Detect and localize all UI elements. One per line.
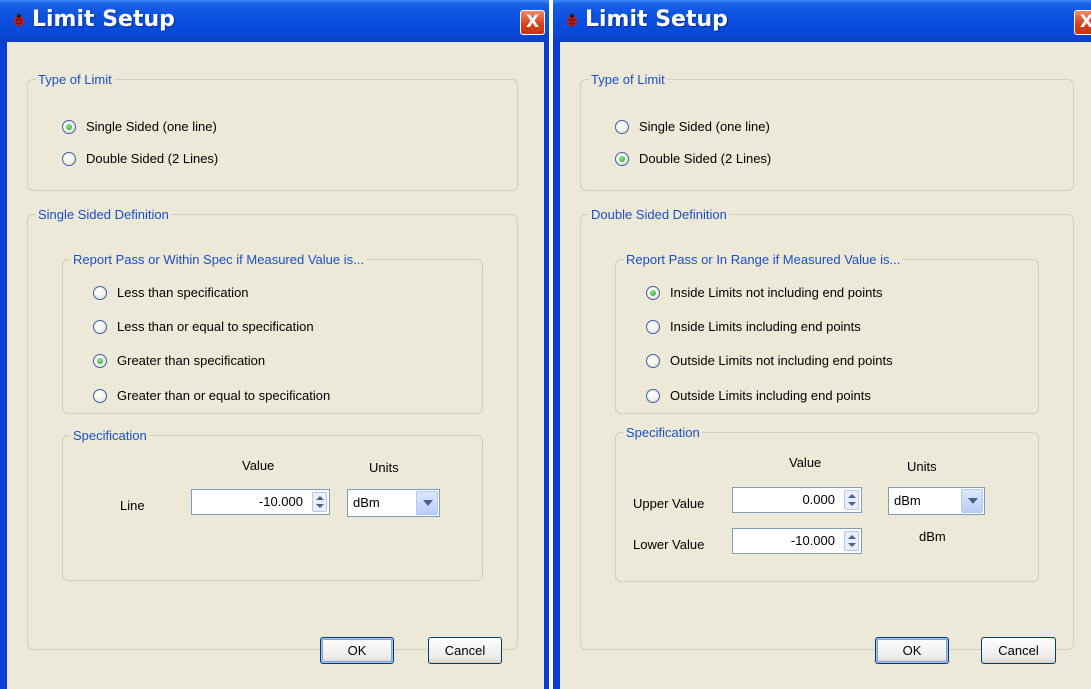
lower-value-label: Lower Value xyxy=(633,537,705,552)
units-value: dBm xyxy=(353,495,380,510)
radio-circle xyxy=(646,286,660,300)
radio-label: Outside Limits including end points xyxy=(670,388,871,403)
type-of-limit-legend: Type of Limit xyxy=(589,72,667,87)
line-label: Line xyxy=(120,498,145,513)
spin-down-icon[interactable] xyxy=(316,504,324,508)
units-dropdown[interactable]: dBm xyxy=(888,487,985,515)
radio-label: Less than or equal to specification xyxy=(117,319,314,334)
window-title: Limit Setup xyxy=(32,7,175,32)
spin-down-icon[interactable] xyxy=(848,543,856,547)
radio-selected-dot xyxy=(66,124,72,130)
type-of-limit-group: Type of Limit Single Sided (one line) Do… xyxy=(27,72,518,191)
ladybug-icon xyxy=(14,13,24,27)
radio-label: Inside Limits including end points xyxy=(670,319,861,334)
units-header: Units xyxy=(907,459,937,474)
spin-buttons[interactable] xyxy=(312,492,327,512)
definition-legend: Double Sided Definition xyxy=(589,207,729,222)
type-of-limit-legend: Type of Limit xyxy=(36,72,114,87)
specification-group: Specification Value Units Line -10.000 d… xyxy=(62,428,483,581)
report-group: Report Pass or In Range if Measured Valu… xyxy=(615,252,1039,414)
spin-down-icon[interactable] xyxy=(848,502,856,506)
specification-group: Specification Value Units Upper Value 0.… xyxy=(615,425,1039,582)
definition-group: Single Sided Definition Report Pass or W… xyxy=(27,207,518,650)
radio-circle xyxy=(93,320,107,334)
chevron-down-icon[interactable] xyxy=(416,491,438,515)
units-value: dBm xyxy=(894,493,921,508)
value-header: Value xyxy=(242,458,275,473)
close-button[interactable]: X xyxy=(520,10,545,35)
radio-label: Single Sided (one line) xyxy=(86,119,217,134)
window-title: Limit Setup xyxy=(585,7,728,32)
radio-selected-dot xyxy=(650,290,656,296)
radio-label: Double Sided (2 Lines) xyxy=(86,151,219,166)
cancel-button[interactable]: Cancel xyxy=(981,637,1056,664)
radio-label: Less than specification xyxy=(117,285,249,300)
radio-circle xyxy=(646,320,660,334)
report-legend: Report Pass or In Range if Measured Valu… xyxy=(624,252,903,267)
upper-value: 0.000 xyxy=(802,492,835,507)
spin-up-icon[interactable] xyxy=(848,535,856,539)
value-header: Value xyxy=(789,455,822,470)
type-of-limit-group: Type of Limit Single Sided (one line) Do… xyxy=(580,72,1074,191)
ok-button[interactable]: OK xyxy=(320,637,394,664)
units-header: Units xyxy=(369,460,399,475)
spin-buttons[interactable] xyxy=(844,531,859,551)
radio-circle xyxy=(93,389,107,403)
report-group: Report Pass or Within Spec if Measured V… xyxy=(62,252,483,414)
report-legend: Report Pass or Within Spec if Measured V… xyxy=(71,252,366,267)
close-button[interactable]: X xyxy=(1074,10,1091,35)
radio-label: Outside Limits not including end points xyxy=(670,353,893,368)
radio-circle xyxy=(615,120,629,134)
specification-legend: Specification xyxy=(624,425,702,440)
lower-value-spinner[interactable]: -10.000 xyxy=(732,528,862,554)
limit-setup-dialog-double: Limit Setup X Type of Limit Single Sided… xyxy=(553,0,1091,689)
title-bar[interactable]: Limit Setup X xyxy=(0,0,549,42)
radio-circle xyxy=(646,389,660,403)
definition-legend: Single Sided Definition xyxy=(36,207,171,222)
radio-circle xyxy=(93,354,107,368)
ok-button[interactable]: OK xyxy=(875,637,949,664)
radio-label: Double Sided (2 Lines) xyxy=(639,151,772,166)
cancel-button[interactable]: Cancel xyxy=(428,637,502,664)
limit-setup-dialog-single: Limit Setup X Type of Limit Single Sided… xyxy=(0,0,549,689)
chevron-down-icon[interactable] xyxy=(961,489,983,513)
radio-circle xyxy=(646,354,660,368)
line-value: -10.000 xyxy=(258,494,303,509)
title-bar[interactable]: Limit Setup X xyxy=(553,0,1091,42)
radio-label: Single Sided (one line) xyxy=(639,119,770,134)
radio-label: Greater than or equal to specification xyxy=(117,388,331,403)
radio-circle xyxy=(615,152,629,166)
dialog-body: Type of Limit Single Sided (one line) Do… xyxy=(7,42,544,689)
ladybug-icon xyxy=(567,13,577,27)
spin-buttons[interactable] xyxy=(844,490,859,510)
upper-value-spinner[interactable]: 0.000 xyxy=(732,487,862,513)
radio-selected-dot xyxy=(97,358,103,364)
close-icon: X xyxy=(1079,12,1091,32)
lower-units-label: dBm xyxy=(919,529,946,544)
upper-value-label: Upper Value xyxy=(633,496,705,511)
lower-value: -10.000 xyxy=(790,533,835,548)
radio-circle xyxy=(93,286,107,300)
radio-label: Greater than specification xyxy=(117,353,266,368)
units-dropdown[interactable]: dBm xyxy=(347,489,440,517)
radio-selected-dot xyxy=(619,156,625,162)
spin-up-icon[interactable] xyxy=(316,496,324,500)
spin-up-icon[interactable] xyxy=(848,494,856,498)
definition-group: Double Sided Definition Report Pass or I… xyxy=(580,207,1074,650)
radio-label: Inside Limits not including end points xyxy=(670,285,883,300)
specification-legend: Specification xyxy=(71,428,149,443)
radio-circle xyxy=(62,120,76,134)
radio-circle xyxy=(62,152,76,166)
dialog-body: Type of Limit Single Sided (one line) Do… xyxy=(560,42,1091,689)
line-value-spinner[interactable]: -10.000 xyxy=(191,489,330,515)
close-icon: X xyxy=(525,12,540,32)
